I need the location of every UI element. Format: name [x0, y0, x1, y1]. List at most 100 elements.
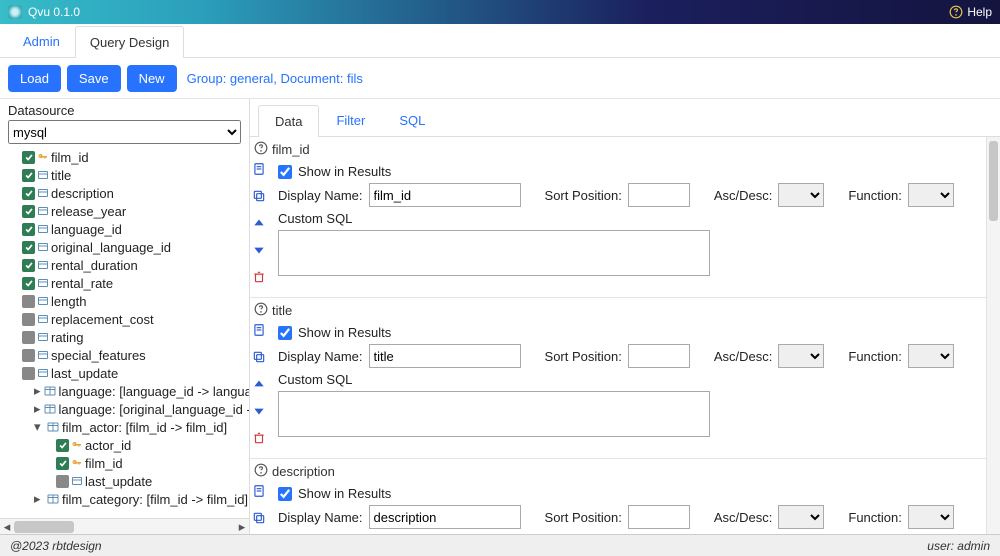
expander-icon[interactable]: ▾ — [34, 419, 44, 435]
tree-row[interactable]: ▸language: [language_id -> language_id] — [8, 382, 249, 400]
checkbox[interactable] — [56, 457, 69, 470]
checkbox[interactable] — [22, 187, 35, 200]
tree-row[interactable]: rating — [8, 328, 249, 346]
scrollbar-thumb[interactable] — [14, 521, 74, 533]
scroll-left-icon[interactable]: ◂ — [0, 519, 14, 534]
tree-row[interactable]: ▸language: [original_language_id -> lang… — [8, 400, 249, 418]
tree-row[interactable]: special_features — [8, 346, 249, 364]
key-icon — [37, 151, 49, 163]
tab-query-design[interactable]: Query Design — [75, 26, 184, 58]
checkbox[interactable] — [22, 331, 35, 344]
show-in-results-checkbox[interactable] — [278, 165, 292, 179]
tree-label: special_features — [51, 348, 146, 363]
sort-position-input[interactable] — [628, 344, 690, 368]
delete-icon[interactable] — [252, 270, 266, 287]
main-tabs: Admin Query Design — [0, 24, 1000, 58]
subtab-data[interactable]: Data — [258, 105, 319, 137]
display-name-input[interactable] — [369, 505, 521, 529]
tree-row[interactable]: original_language_id — [8, 238, 249, 256]
show-in-results-checkbox[interactable] — [278, 487, 292, 501]
tree-row[interactable]: language_id — [8, 220, 249, 238]
tree-row[interactable]: description — [8, 184, 249, 202]
checkbox[interactable] — [22, 259, 35, 272]
sub-tabs: Data Filter SQL — [250, 99, 1000, 137]
sort-position-input[interactable] — [628, 183, 690, 207]
display-name-input[interactable] — [369, 183, 521, 207]
tree-row[interactable]: ▸ film_category: [film_id -> film_id] — [8, 490, 249, 508]
scroll-right-icon[interactable]: ▸ — [235, 519, 249, 534]
load-button[interactable]: Load — [8, 65, 61, 92]
tree-row[interactable]: actor_id — [8, 436, 249, 454]
tree-horizontal-scrollbar[interactable]: ◂ ▸ — [0, 518, 249, 534]
checkbox[interactable] — [22, 205, 35, 218]
checkbox[interactable] — [22, 313, 35, 326]
columns-vertical-scrollbar[interactable] — [986, 137, 1000, 534]
function-select[interactable] — [908, 344, 954, 368]
asc-desc-select[interactable] — [778, 183, 824, 207]
checkbox[interactable] — [22, 367, 35, 380]
tree-row[interactable]: rental_duration — [8, 256, 249, 274]
checkbox[interactable] — [22, 241, 35, 254]
sort-position-input[interactable] — [628, 505, 690, 529]
asc-desc-select[interactable] — [778, 344, 824, 368]
tree-row[interactable]: title — [8, 166, 249, 184]
checkbox[interactable] — [22, 223, 35, 236]
tree-label: film_category: [film_id -> film_id] — [62, 492, 248, 507]
move-down-icon[interactable] — [252, 404, 266, 421]
tree-row[interactable]: last_update — [8, 364, 249, 382]
column-header: title — [250, 298, 970, 321]
checkbox[interactable] — [22, 169, 35, 182]
expander-icon[interactable]: ▸ — [34, 491, 44, 507]
subtab-sql[interactable]: SQL — [382, 104, 442, 136]
help-link[interactable]: Help — [949, 5, 992, 19]
custom-sql-label: Custom SQL — [278, 372, 352, 387]
help-icon[interactable] — [254, 302, 268, 319]
asc-desc-select[interactable] — [778, 505, 824, 529]
checkbox[interactable] — [56, 475, 69, 488]
page-icon[interactable] — [252, 162, 266, 179]
function-label: Function: — [848, 510, 901, 525]
tree-row[interactable]: film_id — [8, 148, 249, 166]
move-up-icon[interactable] — [252, 216, 266, 233]
help-icon[interactable] — [254, 463, 268, 480]
tree-row[interactable]: replacement_cost — [8, 310, 249, 328]
function-select[interactable] — [908, 183, 954, 207]
subtab-filter[interactable]: Filter — [319, 104, 382, 136]
delete-icon[interactable] — [252, 431, 266, 448]
copy-icon[interactable] — [252, 189, 266, 206]
tree-row[interactable]: rental_rate — [8, 274, 249, 292]
tree-row[interactable]: ▾film_actor: [film_id -> film_id] — [8, 418, 249, 436]
custom-sql-input[interactable] — [278, 230, 710, 276]
move-down-icon[interactable] — [252, 243, 266, 260]
checkbox[interactable] — [56, 439, 69, 452]
tree-row[interactable]: release_year — [8, 202, 249, 220]
tree-row[interactable]: film_id — [8, 454, 249, 472]
expander-icon[interactable]: ▸ — [34, 383, 41, 399]
new-button[interactable]: New — [127, 65, 177, 92]
function-select[interactable] — [908, 505, 954, 529]
checkbox[interactable] — [22, 277, 35, 290]
display-name-input[interactable] — [369, 344, 521, 368]
datasource-select[interactable]: mysql — [8, 120, 241, 144]
tree-row[interactable]: length — [8, 292, 249, 310]
tree-row[interactable]: last_update — [8, 472, 249, 490]
checkbox[interactable] — [22, 151, 35, 164]
checkbox[interactable] — [22, 349, 35, 362]
checkbox[interactable] — [22, 295, 35, 308]
custom-sql-input[interactable] — [278, 391, 710, 437]
copy-icon[interactable] — [252, 511, 266, 528]
copy-icon[interactable] — [252, 350, 266, 367]
expander-icon[interactable]: ▸ — [34, 401, 41, 417]
help-icon[interactable] — [254, 141, 268, 158]
move-up-icon[interactable] — [252, 377, 266, 394]
page-icon[interactable] — [252, 484, 266, 501]
page-icon[interactable] — [252, 323, 266, 340]
save-button[interactable]: Save — [67, 65, 121, 92]
tab-admin[interactable]: Admin — [8, 25, 75, 57]
show-in-results-checkbox[interactable] — [278, 326, 292, 340]
titlebar: Qvu 0.1.0 Help — [0, 0, 1000, 24]
scrollbar-thumb[interactable] — [989, 141, 998, 221]
field-tree[interactable]: film_idtitledescriptionrelease_yearlangu… — [0, 148, 249, 518]
column-name: title — [272, 303, 292, 318]
tree-label: rating — [51, 330, 84, 345]
